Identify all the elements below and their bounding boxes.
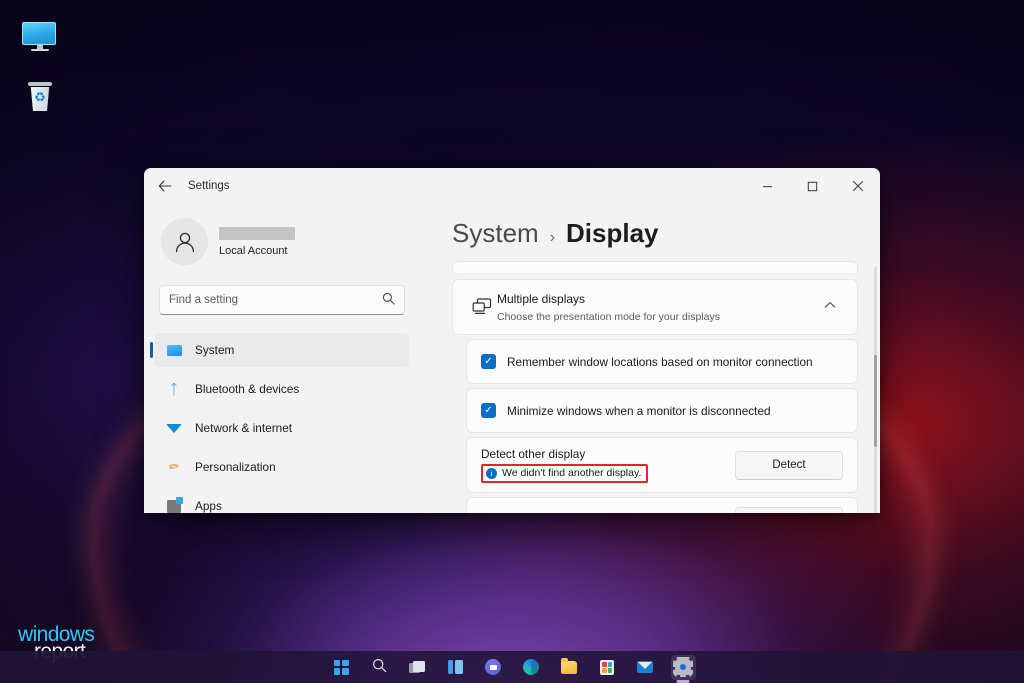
back-arrow-icon bbox=[158, 180, 172, 192]
taskbar-item-teams[interactable] bbox=[481, 655, 506, 680]
taskbar-item-task-view[interactable] bbox=[405, 655, 430, 680]
taskbar bbox=[0, 651, 1024, 683]
teams-icon bbox=[485, 659, 501, 675]
chevron-up-icon[interactable] bbox=[817, 301, 843, 312]
checkbox-remember-window-locations[interactable]: ✓ bbox=[481, 354, 496, 369]
multiple-displays-title: Multiple displays bbox=[497, 292, 585, 306]
scrollbar-thumb[interactable] bbox=[874, 355, 877, 447]
personalization-icon: ✏ bbox=[165, 458, 183, 476]
window-titlebar: Settings bbox=[144, 168, 880, 204]
taskbar-item-settings[interactable] bbox=[671, 655, 696, 680]
search-input[interactable] bbox=[169, 294, 382, 306]
maximize-icon bbox=[807, 181, 818, 192]
sidebar-item-bluetooth-devices[interactable]: ᛏ Bluetooth & devices bbox=[155, 372, 409, 406]
content-pane: System › Display bbox=[420, 204, 880, 513]
user-avatar-icon bbox=[172, 229, 198, 255]
multiple-displays-header[interactable]: Multiple displays Choose the presentatio… bbox=[453, 280, 857, 334]
widgets-icon bbox=[448, 660, 463, 674]
sidebar-item-system[interactable]: System bbox=[155, 333, 409, 367]
network-icon bbox=[165, 419, 183, 437]
remember-window-locations-row[interactable]: ✓ Remember window locations based on mon… bbox=[466, 339, 858, 384]
window-body: Local Account System ᛏ bbox=[144, 204, 880, 513]
content-scrollbar[interactable] bbox=[874, 267, 877, 513]
connect-wireless-display-row: Connect to a wireless display Connect bbox=[466, 497, 858, 513]
task-view-icon bbox=[409, 661, 425, 674]
sidebar: Local Account System ᛏ bbox=[144, 204, 420, 513]
alert-text: We didn't find another display. bbox=[502, 467, 641, 479]
sidebar-item-label: Apps bbox=[195, 499, 222, 513]
settings-scroll-area: Multiple displays Choose the presentatio… bbox=[430, 261, 880, 513]
checkbox-minimize-windows[interactable]: ✓ bbox=[481, 403, 496, 418]
breadcrumb-separator: › bbox=[550, 229, 555, 247]
close-button[interactable] bbox=[835, 168, 880, 204]
avatar bbox=[161, 218, 208, 265]
account-name-redacted bbox=[219, 227, 295, 240]
search-icon bbox=[372, 658, 387, 676]
detect-other-display-label: Detect other display bbox=[481, 447, 648, 461]
multiple-displays-card: Multiple displays Choose the presentatio… bbox=[452, 279, 858, 335]
microsoft-store-icon bbox=[600, 660, 614, 675]
taskbar-item-edge[interactable] bbox=[519, 655, 544, 680]
search-box[interactable] bbox=[159, 285, 405, 315]
desktop-icon-this-pc[interactable] bbox=[12, 22, 68, 50]
breadcrumb: System › Display bbox=[452, 218, 880, 249]
sidebar-item-label: Network & internet bbox=[195, 421, 292, 435]
sidebar-nav: System ᛏ Bluetooth & devices Network & i… bbox=[155, 333, 409, 513]
system-icon bbox=[165, 341, 183, 359]
sidebar-item-personalization[interactable]: ✏ Personalization bbox=[155, 450, 409, 484]
checkmark-icon: ✓ bbox=[484, 406, 492, 416]
settings-window: Settings bbox=[144, 168, 880, 513]
minimize-windows-row[interactable]: ✓ Minimize windows when a monitor is dis… bbox=[466, 388, 858, 433]
sidebar-item-network-internet[interactable]: Network & internet bbox=[155, 411, 409, 445]
checkmark-icon: ✓ bbox=[484, 357, 492, 367]
back-button[interactable] bbox=[150, 171, 180, 201]
maximize-button[interactable] bbox=[790, 168, 835, 204]
taskbar-item-file-explorer[interactable] bbox=[557, 655, 582, 680]
taskbar-item-microsoft-store[interactable] bbox=[595, 655, 620, 680]
row-label: Minimize windows when a monitor is disco… bbox=[507, 404, 771, 418]
file-explorer-icon bbox=[561, 661, 577, 674]
info-icon: i bbox=[486, 468, 497, 479]
no-display-found-alert: i We didn't find another display. bbox=[481, 464, 648, 483]
apps-icon bbox=[165, 497, 183, 513]
sidebar-item-apps[interactable]: Apps bbox=[155, 489, 409, 513]
multiple-displays-icon bbox=[467, 298, 497, 315]
taskbar-item-widgets[interactable] bbox=[443, 655, 468, 680]
search-icon bbox=[382, 292, 395, 308]
bluetooth-icon: ᛏ bbox=[165, 380, 183, 398]
taskbar-icons bbox=[329, 655, 696, 680]
sidebar-item-label: Personalization bbox=[195, 460, 276, 474]
edge-icon bbox=[523, 659, 539, 675]
page-title: Display bbox=[566, 218, 659, 249]
settings-gear-icon bbox=[675, 659, 691, 675]
sidebar-item-label: System bbox=[195, 343, 234, 357]
sidebar-item-label: Bluetooth & devices bbox=[195, 382, 299, 396]
window-controls bbox=[745, 168, 880, 204]
minimize-icon bbox=[762, 181, 773, 192]
detect-other-display-row: Detect other display i We didn't find an… bbox=[466, 437, 858, 493]
taskbar-item-mail[interactable] bbox=[633, 655, 658, 680]
previous-card-partial bbox=[452, 261, 858, 273]
taskbar-item-start[interactable] bbox=[329, 655, 354, 680]
account-row[interactable]: Local Account bbox=[161, 218, 409, 265]
multiple-displays-subtitle: Choose the presentation mode for your di… bbox=[497, 311, 817, 323]
connect-button[interactable]: Connect bbox=[735, 507, 843, 513]
mail-icon bbox=[637, 661, 653, 673]
detect-button[interactable]: Detect bbox=[735, 451, 843, 480]
breadcrumb-parent[interactable]: System bbox=[452, 218, 539, 249]
close-icon bbox=[852, 180, 864, 192]
row-label: Remember window locations based on monit… bbox=[507, 355, 813, 369]
monitor-icon bbox=[22, 22, 58, 50]
account-subtitle: Local Account bbox=[219, 245, 295, 257]
desktop-icon-recycle-bin[interactable]: ♻ bbox=[12, 82, 68, 112]
window-title: Settings bbox=[188, 180, 230, 192]
minimize-button[interactable] bbox=[745, 168, 790, 204]
recycle-bin-icon: ♻ bbox=[27, 82, 53, 112]
start-icon bbox=[334, 660, 349, 675]
taskbar-item-search[interactable] bbox=[367, 655, 392, 680]
